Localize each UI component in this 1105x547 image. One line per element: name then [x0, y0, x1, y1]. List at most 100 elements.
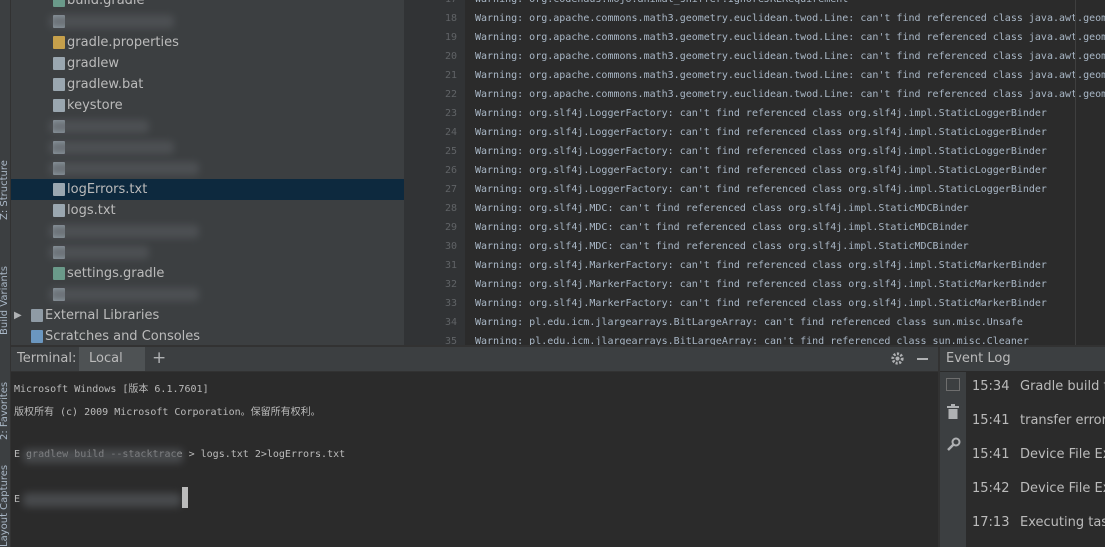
code-line: Warning: org.slf4j.LoggerFactory: can't …: [475, 184, 1047, 195]
tree-item[interactable]: ▶ External Libraries: [11, 305, 404, 326]
wrench-icon[interactable]: [946, 437, 961, 452]
code-line: Warning: pl.edu.icm.jlargearrays.BitLarg…: [475, 317, 1023, 328]
layout-captures-tab[interactable]: Layout Captures: [0, 460, 11, 547]
line-number: 27: [444, 184, 457, 195]
code-line: Warning: org.slf4j.LoggerFactory: can't …: [475, 108, 1047, 119]
code-line: Warning: org.apache.commons.math3.geomet…: [475, 70, 1105, 81]
library-icon: [31, 309, 43, 322]
structure-tab[interactable]: Z: Structure: [0, 150, 11, 220]
tree-item[interactable]: [11, 221, 404, 242]
gear-icon[interactable]: [890, 351, 905, 366]
event-time: 15:42: [972, 481, 1010, 496]
line-number-gutter: 17181920212223242526272829303132333435: [415, 0, 465, 347]
code-line: Warning: org.apache.commons.math3.geomet…: [475, 32, 1105, 43]
add-terminal-tab-button[interactable]: +: [152, 348, 166, 368]
expand-arrow-icon[interactable]: ▶: [14, 305, 22, 326]
tree-item-label: gradlew: [67, 56, 120, 71]
event-text[interactable]: Executing tasks: [1020, 515, 1105, 530]
text-file-icon: [53, 183, 65, 196]
redacted-path: [23, 493, 181, 507]
tree-item-label: settings.gradle: [67, 266, 165, 281]
code-line: Warning: org.slf4j.MDC: can't find refer…: [475, 203, 969, 214]
terminal-tab-local[interactable]: Local: [79, 347, 145, 371]
code-line: Warning: org.slf4j.MDC: can't find refer…: [475, 222, 969, 233]
favorites-tab[interactable]: 2: Favorites: [0, 360, 11, 440]
line-number: 19: [444, 32, 457, 43]
line-number: 18: [444, 13, 457, 24]
line-number: 22: [444, 89, 457, 100]
terminal-header: Terminal: Local +: [11, 347, 940, 372]
code-line: Warning: pl.edu.icm.jlargearrays.BitLarg…: [475, 336, 1029, 345]
tree-item[interactable]: build.gradle: [11, 0, 404, 11]
code-line: Warning: org.slf4j.MarkerFactory: can't …: [475, 298, 1047, 309]
tree-item[interactable]: [11, 11, 404, 32]
event-entry[interactable]: 15:41 transfer error:: [972, 413, 1105, 428]
editor-area[interactable]: Warning: org.codehaus.mojo.animal_sniffe…: [465, 0, 1105, 345]
code-line: Warning: org.slf4j.LoggerFactory: can't …: [475, 146, 1047, 157]
line-number: 33: [444, 298, 457, 309]
tree-item[interactable]: gradlew: [11, 53, 404, 74]
terminal-tab-label: Local: [89, 351, 123, 366]
scratches-icon: [31, 330, 43, 343]
minimize-icon[interactable]: [917, 358, 928, 360]
line-number: 17: [445, 0, 457, 5]
tree-item[interactable]: logErrors.txt: [11, 179, 404, 200]
gradle-file-icon: [53, 0, 65, 7]
event-time: 15:41: [972, 447, 1010, 462]
tree-item[interactable]: [11, 137, 404, 158]
tree-item[interactable]: gradle.properties: [11, 32, 404, 53]
redacted-label: [49, 141, 174, 154]
redacted-label: [49, 162, 199, 175]
tree-item[interactable]: [11, 158, 404, 179]
tree-item[interactable]: gradlew.bat: [11, 74, 404, 95]
line-number: 28: [444, 203, 457, 214]
code-line: Warning: org.apache.commons.math3.geomet…: [475, 89, 1105, 100]
tree-item[interactable]: [11, 284, 404, 305]
code-line: Warning: org.slf4j.MarkerFactory: can't …: [475, 260, 1047, 271]
redacted-label: [49, 120, 149, 133]
event-text[interactable]: Device File Explorer: [1020, 447, 1105, 462]
code-line: Warning: org.slf4j.MDC: can't find refer…: [475, 241, 969, 252]
event-entry[interactable]: 15:34 Gradle build finished: [972, 379, 1105, 394]
panel-divider[interactable]: [404, 0, 415, 345]
event-text[interactable]: transfer error:: [1020, 413, 1105, 428]
tree-item[interactable]: [11, 116, 404, 137]
trash-icon[interactable]: [946, 404, 960, 419]
event-log-header: Event Log: [940, 347, 1105, 371]
tree-item-label: build.gradle: [67, 0, 145, 8]
event-text[interactable]: Device File Explorer: [1020, 481, 1105, 496]
event-log-list[interactable]: 15:34 Gradle build finished 15:41 transfer…: [966, 372, 1105, 547]
line-number: 23: [444, 108, 457, 119]
right-margin-guide: [1075, 0, 1076, 345]
event-entry[interactable]: 15:42 Device File Explorer: [972, 481, 1105, 496]
line-number: 25: [444, 146, 457, 157]
tree-item-label: External Libraries: [45, 308, 160, 323]
line-number: 30: [444, 241, 457, 252]
tree-item[interactable]: Scratches and Consoles: [11, 326, 404, 345]
tree-item[interactable]: [11, 242, 404, 263]
tree-item[interactable]: keystore: [11, 95, 404, 116]
tree-item-label: Scratches and Consoles: [45, 329, 201, 344]
event-time: 17:13: [972, 515, 1010, 530]
tree-item[interactable]: settings.gradle: [11, 263, 404, 284]
event-text[interactable]: Gradle build finished: [1020, 379, 1105, 394]
event-entry[interactable]: 15:41 Device File Explorer: [972, 447, 1105, 462]
build-variants-tab[interactable]: Build Variants: [0, 245, 11, 335]
left-tool-strip: Z: Structure Build Variants 2: Favorites…: [0, 0, 11, 547]
terminal-line: 版权所有 (c) 2009 Microsoft Corporation。保留所有…: [14, 407, 321, 418]
redacted-label: [49, 225, 199, 238]
tree-item[interactable]: logs.txt: [11, 200, 404, 221]
line-number: 26: [444, 165, 457, 176]
line-number: 24: [444, 127, 457, 138]
mark-read-icon[interactable]: [946, 378, 960, 391]
event-entry[interactable]: 17:13 Executing tasks: [972, 515, 1105, 530]
terminal-output[interactable]: Microsoft Windows [版本 6.1.7601] 版权所有 (c)…: [11, 372, 940, 547]
file-icon: [53, 57, 65, 70]
code-line: Warning: org.slf4j.MarkerFactory: can't …: [475, 279, 1047, 290]
tree-item-label: logs.txt: [67, 203, 116, 218]
tree-item-label: gradle.properties: [67, 35, 179, 50]
gradle-file-icon: [53, 267, 65, 280]
line-number: 34: [444, 317, 457, 328]
file-icon: [53, 78, 65, 91]
tree-item-label: keystore: [67, 98, 123, 113]
